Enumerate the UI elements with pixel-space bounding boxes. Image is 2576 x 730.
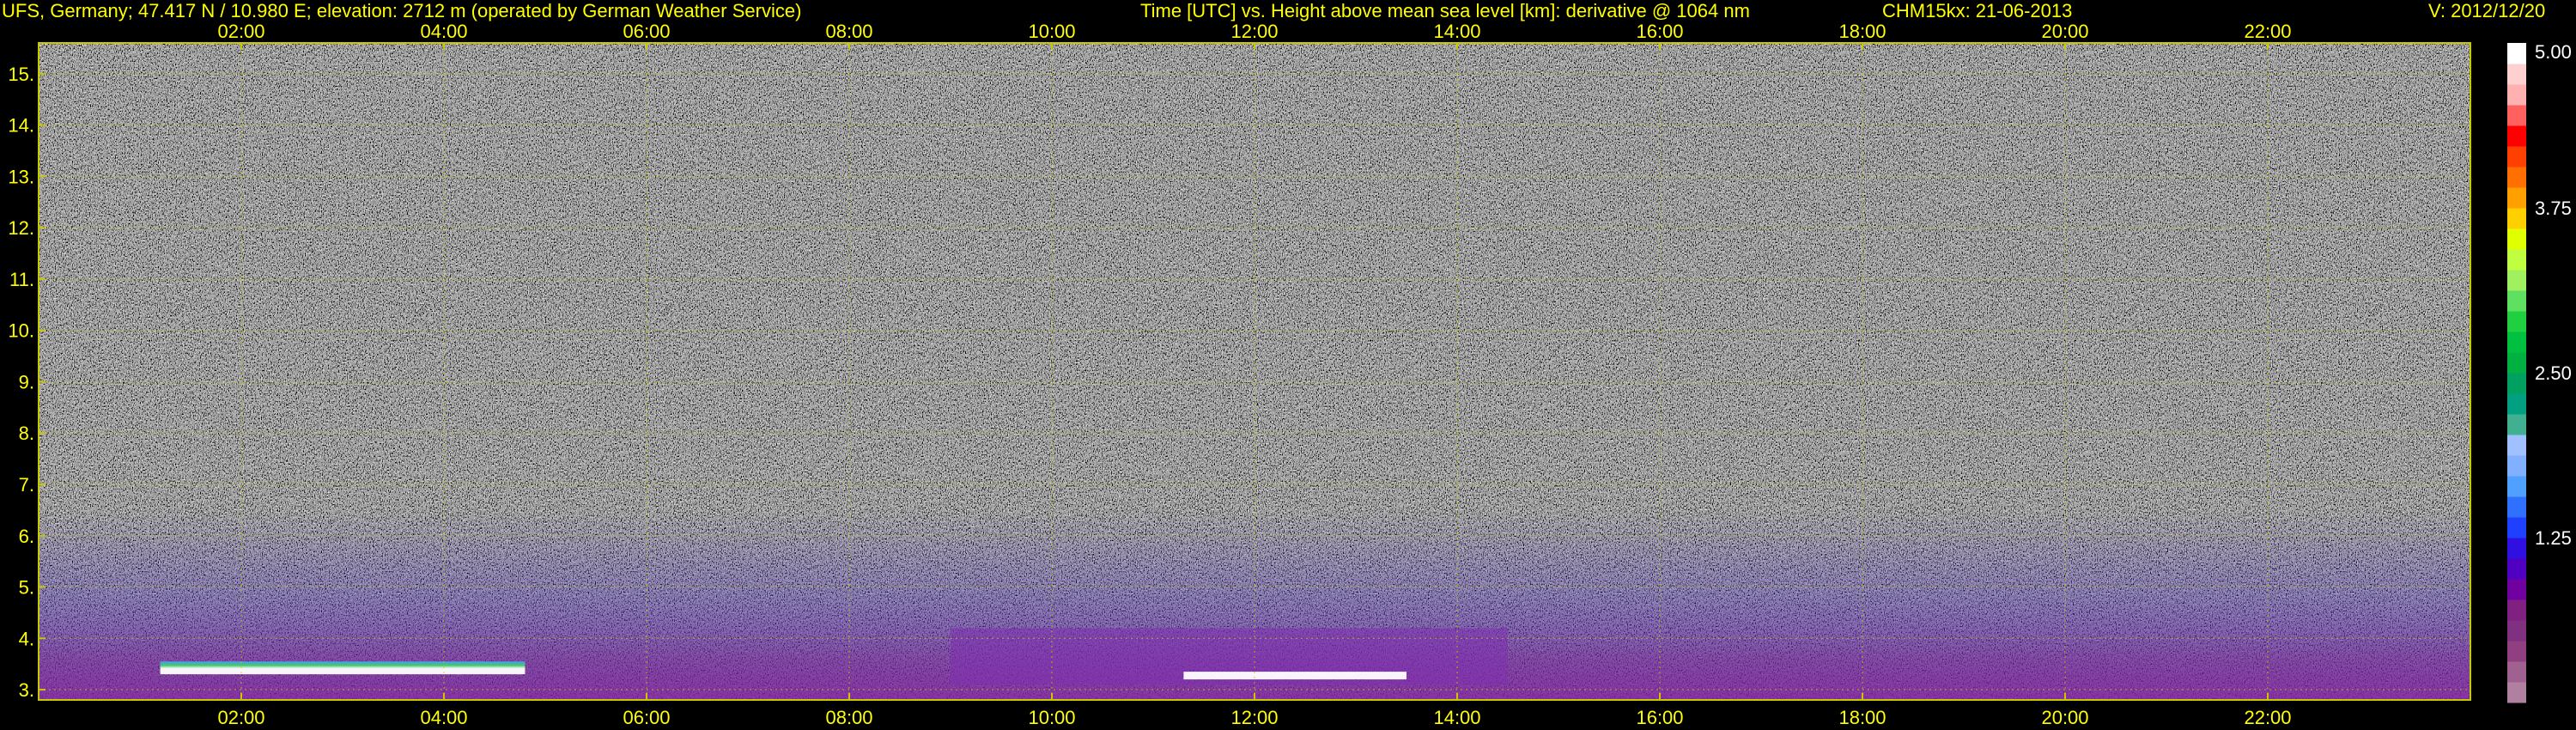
colorbar-segment	[2507, 311, 2526, 332]
x-tick-label-top: 22:00	[2244, 21, 2291, 42]
colorbar-segment	[2507, 414, 2526, 435]
x-tick-label-bottom: 08:00	[825, 707, 872, 728]
colorbar-segment	[2507, 373, 2526, 394]
colorbar-segment	[2507, 393, 2526, 415]
y-tick-label: 5.	[19, 577, 34, 599]
colorbar-segment	[2507, 435, 2526, 456]
x-tick-label-top: 16:00	[1636, 21, 1683, 42]
colorbar-segment	[2507, 476, 2526, 497]
colorbar-segment	[2507, 146, 2526, 167]
colorbar-segment	[2507, 270, 2526, 291]
y-tick-label: 13.	[8, 166, 34, 187]
x-tick-label-bottom: 20:00	[2041, 707, 2088, 728]
x-tick-label-bottom: 22:00	[2244, 707, 2291, 728]
colorbar-segment	[2507, 332, 2526, 353]
colorbar-segment	[2507, 558, 2526, 580]
colorbar-segment	[2507, 517, 2526, 538]
colorbar-segment	[2507, 620, 2526, 642]
x-tick-label-top: 12:00	[1230, 21, 1278, 42]
colorbar-segment	[2507, 599, 2526, 621]
colorbar-segment	[2507, 496, 2526, 518]
colorbar-segment	[2507, 187, 2526, 209]
x-tick-label-bottom: 14:00	[1433, 707, 1480, 728]
colorbar-tick-label: 1.25	[2535, 527, 2572, 549]
y-tick-label: 8.	[19, 423, 34, 444]
backscatter-chart: 02:00 04:00 06:00 08:00 10:00 12:00 14:00 16:00…	[8, 21, 2572, 728]
colorbar	[2507, 43, 2526, 703]
colorbar-segment	[2507, 641, 2526, 662]
y-tick-label: 12.	[8, 217, 34, 239]
feature-aerosol-layer	[160, 661, 526, 675]
y-tick-label: 11.	[9, 269, 34, 290]
colorbar-segment	[2507, 579, 2526, 600]
y-tick-label: 4.	[19, 628, 34, 649]
y-tick-label: 3.	[19, 679, 34, 701]
colorbar-segment	[2507, 64, 2526, 85]
x-tick-label-top: 18:00	[1838, 21, 1886, 42]
colorbar-segment	[2507, 249, 2526, 271]
colorbar-tick-label: 3.75	[2535, 198, 2572, 219]
colorbar-segment	[2507, 105, 2526, 126]
y-tick-label: 9.	[19, 371, 34, 392]
colorbar-segment	[2507, 43, 2526, 64]
x-tick-label-bottom: 02:00	[217, 707, 264, 728]
x-tick-label-top: 10:00	[1028, 21, 1075, 42]
colorbar-segment	[2507, 352, 2526, 374]
x-tick-label-top: 04:00	[420, 21, 467, 42]
colorbar-segment	[2507, 125, 2526, 147]
x-tick-label-top: 02:00	[217, 21, 264, 42]
colorbar-tick-label: 5.00	[2535, 41, 2572, 63]
x-tick-label-bottom: 10:00	[1028, 707, 1075, 728]
x-tick-label-top: 08:00	[825, 21, 872, 42]
colorbar-segment	[2507, 167, 2526, 188]
colorbar-segment	[2507, 84, 2526, 106]
y-tick-label: 10.	[8, 320, 34, 342]
colorbar-segment	[2507, 228, 2526, 250]
x-tick-label-bottom: 18:00	[1838, 707, 1886, 728]
y-tick-label: 6.	[19, 526, 34, 547]
x-tick-label-bottom: 16:00	[1636, 707, 1683, 728]
feature-low-cloud	[1183, 672, 1406, 680]
colorbar-tick-label: 2.50	[2535, 362, 2572, 384]
colorbar-segment	[2507, 455, 2526, 477]
colorbar-segment	[2507, 682, 2526, 703]
y-tick-label: 7.	[19, 474, 34, 496]
x-axis-bottom: 02:00 04:00 06:00 08:00 10:00 12:00 14:00 16:00…	[217, 707, 2291, 728]
plot-area	[38, 42, 2471, 701]
x-tick-label-bottom: 04:00	[420, 707, 467, 728]
colorbar-segment	[2507, 290, 2526, 312]
x-tick-label-bottom: 06:00	[623, 707, 670, 728]
x-tick-label-bottom: 12:00	[1230, 707, 1278, 728]
x-tick-label-top: 14:00	[1433, 21, 1480, 42]
y-tick-label: 15.	[8, 64, 34, 85]
colorbar-ticks: 1.25 2.50 3.75 5.00	[2535, 41, 2572, 549]
y-tick-label: 14.	[8, 115, 34, 137]
x-tick-label-top: 06:00	[623, 21, 670, 42]
x-tick-label-top: 20:00	[2041, 21, 2088, 42]
colorbar-segment	[2507, 208, 2526, 229]
colorbar-segment	[2507, 538, 2526, 559]
colorbar-segment	[2507, 661, 2526, 683]
